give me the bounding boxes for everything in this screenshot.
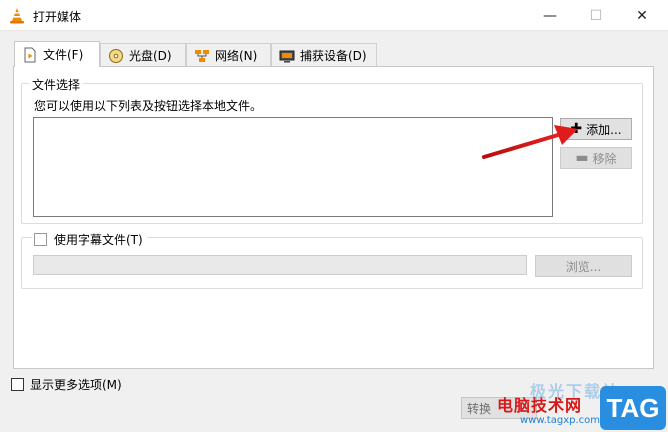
tab-network-label: 网络(N) bbox=[215, 49, 258, 63]
file-selection-title: 文件选择 bbox=[29, 76, 84, 93]
more-options[interactable]: 显示更多选项(M) bbox=[11, 376, 122, 393]
browse-button[interactable]: 浏览... bbox=[535, 255, 632, 277]
more-options-checkbox[interactable] bbox=[11, 378, 24, 391]
tab-capture-device-label: 捕获设备(D) bbox=[300, 49, 367, 63]
annotation-arrow-icon bbox=[482, 125, 578, 159]
title-bar: 打开媒体 — ☐ ✕ bbox=[0, 0, 668, 31]
vlc-cone-icon bbox=[10, 8, 24, 24]
tab-file-label: 文件(F) bbox=[43, 48, 84, 62]
file-list[interactable] bbox=[33, 117, 553, 217]
disc-icon bbox=[109, 48, 123, 63]
remove-button-label: 移除 bbox=[592, 151, 617, 166]
watermark-site-name: 电脑技术网 bbox=[497, 396, 583, 415]
add-button-label: 添加... bbox=[586, 122, 622, 137]
network-icon bbox=[195, 49, 209, 62]
watermark-logo-text: TAG bbox=[606, 392, 660, 423]
tab-network[interactable]: 网络(N) bbox=[186, 43, 271, 67]
maximize-button[interactable]: ☐ bbox=[573, 0, 619, 31]
subtitle-checkbox[interactable] bbox=[34, 233, 47, 246]
minimize-button[interactable]: — bbox=[527, 0, 573, 31]
convert-button-label: 转换 bbox=[466, 401, 491, 416]
watermark-logo: TAG bbox=[600, 386, 666, 430]
tab-panel: 文件选择 您可以使用以下列表及按钮选择本地文件。 ✚ 添加... ▬ 移除 使用… bbox=[13, 66, 654, 369]
tab-capture-device[interactable]: 捕获设备(D) bbox=[271, 43, 377, 67]
tab-disc-label: 光盘(D) bbox=[129, 49, 172, 63]
watermark-url: www.tagxp.com bbox=[520, 415, 600, 426]
capture-device-icon bbox=[279, 50, 295, 62]
tab-file[interactable]: 文件(F) bbox=[14, 41, 100, 67]
subtitle-option[interactable]: 使用字幕文件(T) bbox=[32, 231, 147, 248]
browse-button-label: 浏览... bbox=[565, 259, 602, 274]
subtitle-checkbox-label: 使用字幕文件(T) bbox=[54, 233, 143, 247]
window-title: 打开媒体 bbox=[33, 10, 82, 24]
subtitle-file-input bbox=[33, 255, 527, 275]
file-selection-description: 您可以使用以下列表及按钮选择本地文件。 bbox=[34, 99, 263, 113]
more-options-label: 显示更多选项(M) bbox=[30, 378, 122, 392]
tab-disc[interactable]: 光盘(D) bbox=[100, 43, 186, 67]
file-play-icon bbox=[24, 47, 36, 62]
close-button[interactable]: ✕ bbox=[619, 0, 665, 31]
